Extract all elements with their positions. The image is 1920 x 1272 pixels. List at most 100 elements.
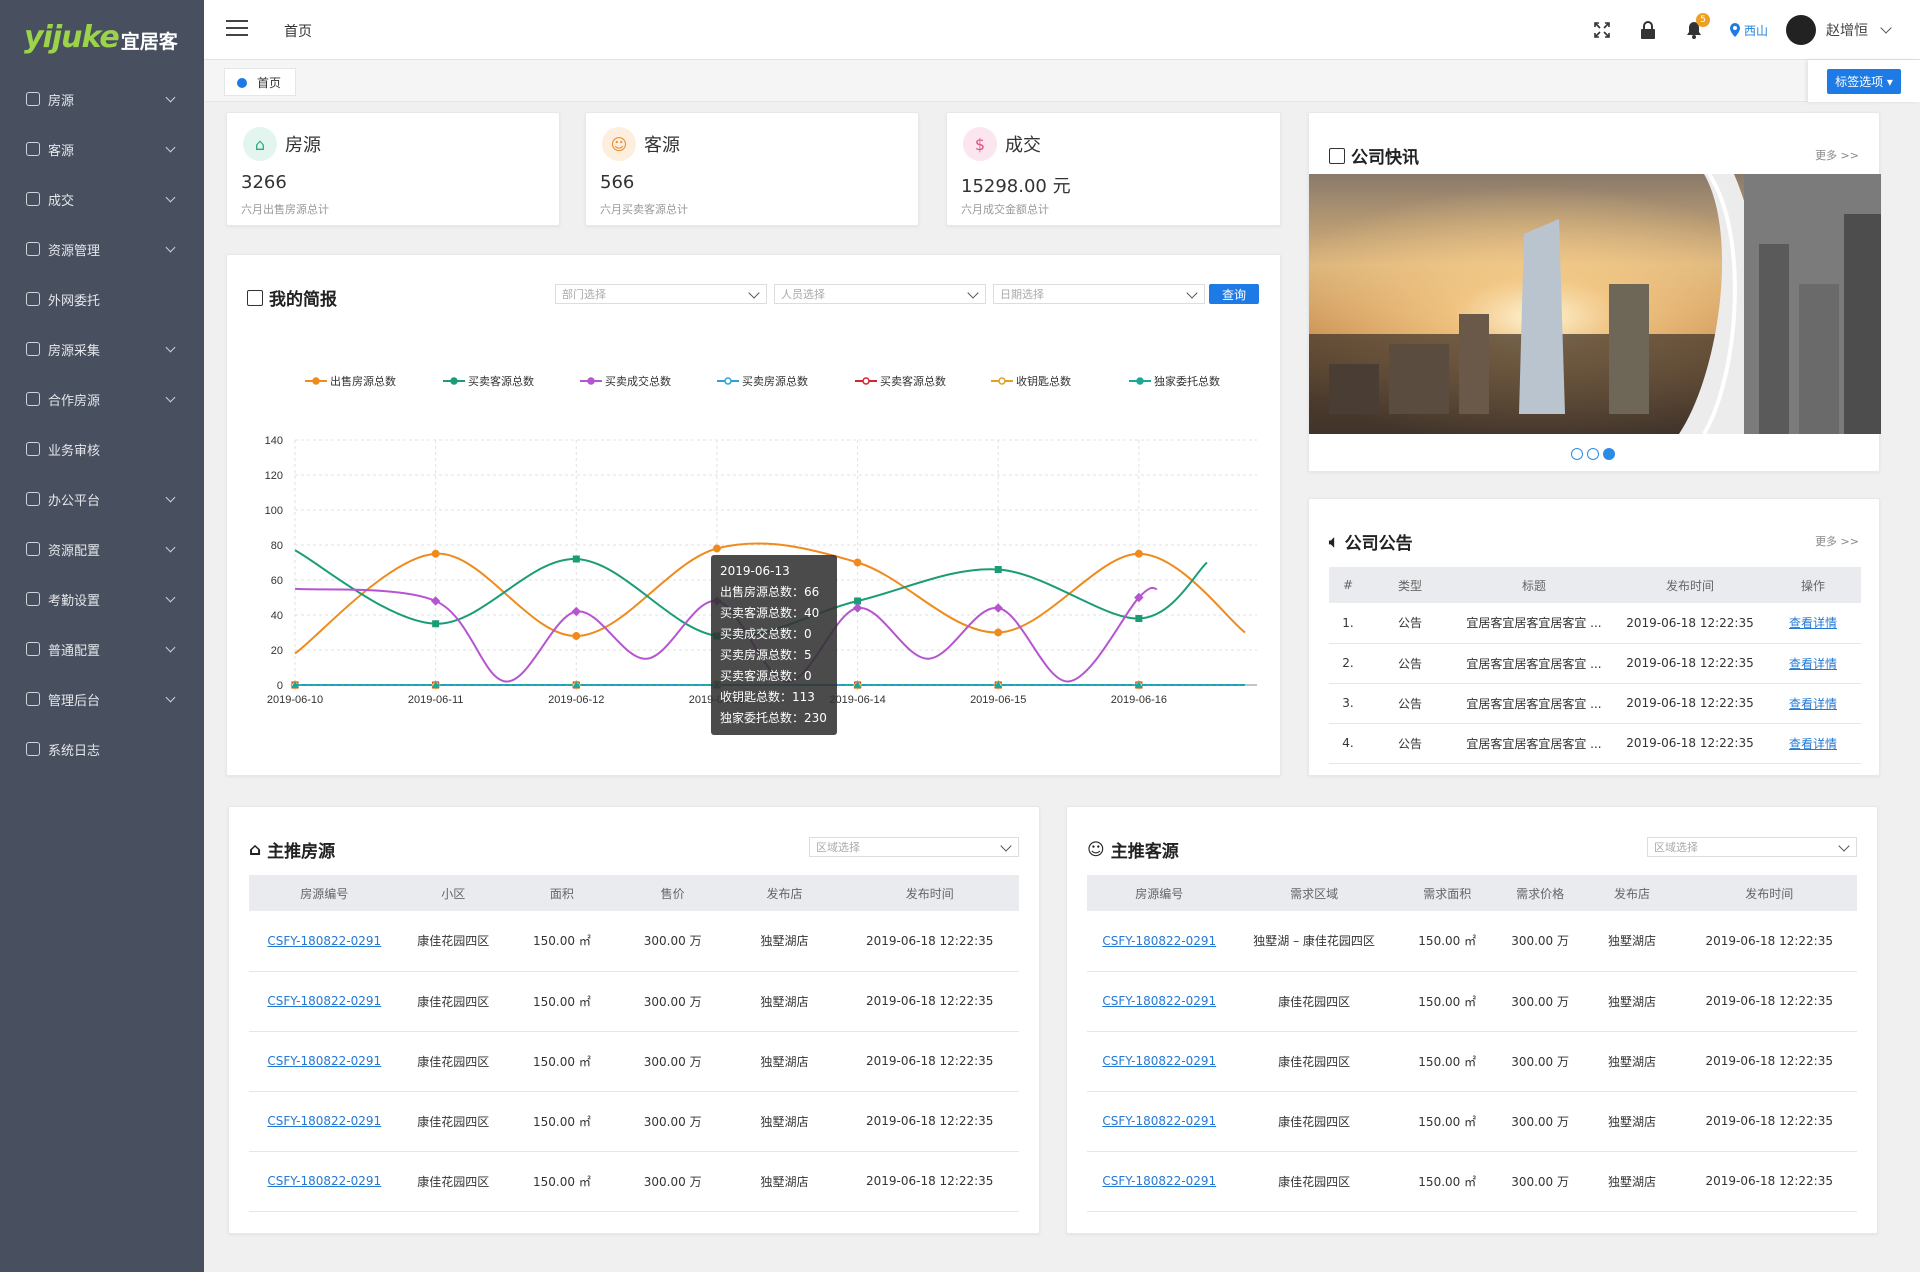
table-cell[interactable]: CSFY-180822-0291 bbox=[1087, 1151, 1232, 1212]
table-cell[interactable]: 查看详情 bbox=[1765, 683, 1861, 724]
tag-options-button[interactable]: 标签选项 ▾ bbox=[1827, 68, 1901, 94]
table-cell[interactable]: CSFY-180822-0291 bbox=[249, 911, 400, 972]
cell-text: 康佳花园四区 bbox=[417, 1054, 490, 1069]
sidebar-item[interactable]: 房源 bbox=[0, 74, 204, 124]
lock-icon[interactable] bbox=[1638, 20, 1658, 40]
sidebar-item[interactable]: 合作房源 bbox=[0, 374, 204, 424]
detail-link[interactable]: CSFY-180822-0291 bbox=[267, 934, 381, 948]
table-cell[interactable]: CSFY-180822-0291 bbox=[1087, 1091, 1232, 1152]
avatar[interactable] bbox=[1786, 15, 1816, 45]
client-area-select[interactable]: 区域选择 bbox=[1647, 837, 1857, 857]
username[interactable]: 赵增恒 bbox=[1826, 20, 1868, 40]
cell-text: 2019-06-18 12:22:35 bbox=[865, 1174, 994, 1188]
table-cell: 宜居客宜居客宜居客宜 ... bbox=[1453, 723, 1615, 764]
sidebar-item[interactable]: 成交 bbox=[0, 174, 204, 224]
top-bar: 首页 5 西山 赵增恒 bbox=[204, 0, 1920, 60]
table-cell[interactable]: CSFY-180822-0291 bbox=[1087, 911, 1232, 972]
table-cell: 300.00 万 bbox=[616, 911, 729, 972]
tooltip-line: 买卖房源总数：5 bbox=[720, 648, 812, 662]
news-more-link[interactable]: 更多 >> bbox=[1815, 147, 1859, 163]
table-cell[interactable]: CSFY-180822-0291 bbox=[249, 1031, 400, 1092]
sidebar-item[interactable]: 房源采集 bbox=[0, 324, 204, 374]
detail-link[interactable]: CSFY-180822-0291 bbox=[267, 1174, 381, 1188]
table-cell: 独墅湖店 bbox=[1582, 1031, 1682, 1092]
cell-text: 康佳花园四区 bbox=[1278, 1174, 1351, 1189]
table-cell: 300.00 万 bbox=[1497, 1151, 1583, 1212]
cell-text: 独墅湖店 bbox=[1607, 994, 1656, 1009]
sidebar-item[interactable]: 普通配置 bbox=[0, 624, 204, 674]
sidebar-item[interactable]: 资源管理 bbox=[0, 224, 204, 274]
table-header: 发布时间 bbox=[840, 875, 1019, 911]
sidebar-item[interactable]: 客源 bbox=[0, 124, 204, 174]
table-cell: 独墅湖店 bbox=[1582, 971, 1682, 1032]
table-cell[interactable]: CSFY-180822-0291 bbox=[1087, 971, 1232, 1032]
news-carousel-image[interactable] bbox=[1309, 174, 1881, 434]
sidebar-item[interactable]: 管理后台 bbox=[0, 674, 204, 724]
detail-link[interactable]: CSFY-180822-0291 bbox=[1102, 1054, 1216, 1068]
cell-text: 2019-06-18 12:22:35 bbox=[1626, 696, 1754, 710]
detail-link[interactable]: 查看详情 bbox=[1789, 697, 1837, 711]
table-cell: 150.00 ㎡ bbox=[507, 1031, 617, 1092]
sidebar-item[interactable]: 办公平台 bbox=[0, 474, 204, 524]
bell-icon[interactable]: 5 bbox=[1684, 13, 1710, 40]
carousel-dot[interactable] bbox=[1587, 448, 1599, 460]
sidebar-item[interactable]: 系统日志 bbox=[0, 724, 204, 774]
fullscreen-icon[interactable] bbox=[1592, 20, 1612, 40]
company-news-card: 公司快讯 更多 >> bbox=[1308, 112, 1881, 472]
table-cell: 300.00 万 bbox=[1497, 971, 1583, 1032]
sidebar-item[interactable]: 业务审核 bbox=[0, 424, 204, 474]
table-cell[interactable]: 查看详情 bbox=[1765, 643, 1861, 684]
client-area-select-placeholder: 区域选择 bbox=[1654, 841, 1698, 854]
sidebar-item-label: 成交 bbox=[48, 193, 75, 209]
logo-text-cn: 宜居客 bbox=[120, 30, 178, 53]
detail-link[interactable]: 查看详情 bbox=[1789, 616, 1837, 630]
detail-link[interactable]: CSFY-180822-0291 bbox=[267, 994, 381, 1008]
table-cell: 150.00 ㎡ bbox=[507, 1091, 617, 1152]
stat-subtitle: 六月成交金额总计 bbox=[961, 203, 1049, 216]
table-header: 面积 bbox=[507, 875, 617, 911]
detail-link[interactable]: CSFY-180822-0291 bbox=[267, 1114, 381, 1128]
table-cell: 2019-06-18 12:22:35 bbox=[840, 971, 1019, 1032]
table-cell[interactable]: CSFY-180822-0291 bbox=[1087, 1031, 1232, 1092]
detail-link[interactable]: CSFY-180822-0291 bbox=[267, 1054, 381, 1068]
tooltip-line: 买卖客源总数：0 bbox=[720, 669, 812, 683]
table-cell[interactable]: CSFY-180822-0291 bbox=[249, 971, 400, 1032]
table-row: 4. 公告 宜居客宜居客宜居客宜 ... 2019-06-18 12:22:35 查看详… bbox=[1329, 723, 1861, 764]
cell-text: 2019-06-18 12:22:35 bbox=[1705, 933, 1833, 948]
logo[interactable]: yijuke 宜居客 bbox=[0, 0, 204, 74]
table-cell[interactable]: CSFY-180822-0291 bbox=[249, 1091, 400, 1152]
cell-text: 康佳花园四区 bbox=[417, 1114, 490, 1129]
table-cell[interactable]: CSFY-180822-0291 bbox=[249, 1151, 400, 1212]
sidebar-item[interactable]: 资源配置 bbox=[0, 524, 204, 574]
house-area-select[interactable]: 区域选择 bbox=[809, 837, 1019, 857]
menu-toggle-icon[interactable] bbox=[226, 20, 248, 38]
detail-link[interactable]: 查看详情 bbox=[1789, 737, 1837, 751]
table-cell[interactable]: 查看详情 bbox=[1765, 603, 1861, 644]
cell-text: 公告 bbox=[1397, 696, 1422, 711]
table-cell: 150.00 ㎡ bbox=[1396, 1091, 1498, 1152]
location-selector[interactable]: 西山 bbox=[1729, 22, 1768, 39]
data-point bbox=[572, 632, 581, 640]
detail-link[interactable]: CSFY-180822-0291 bbox=[1102, 994, 1216, 1008]
sidebar-item[interactable]: 外网委托 bbox=[0, 274, 204, 324]
sidebar-item-label: 房源采集 bbox=[48, 343, 101, 359]
detail-link[interactable]: 查看详情 bbox=[1789, 657, 1837, 671]
table-cell[interactable]: 查看详情 bbox=[1765, 723, 1861, 764]
table-cell: 150.00 ㎡ bbox=[507, 911, 617, 972]
sidebar-item[interactable]: 考勤设置 bbox=[0, 574, 204, 624]
carousel-dot[interactable] bbox=[1571, 448, 1583, 460]
table-cell: 2019-06-18 12:22:35 bbox=[1681, 1091, 1857, 1152]
detail-link[interactable]: CSFY-180822-0291 bbox=[1102, 1114, 1216, 1128]
notice-more-link[interactable]: 更多 >> bbox=[1815, 533, 1859, 549]
x-tick-label: 2019-06-10 bbox=[267, 694, 323, 706]
tab-home[interactable]: 首页 bbox=[224, 68, 297, 96]
detail-link[interactable]: CSFY-180822-0291 bbox=[1102, 1174, 1216, 1188]
table-cell: 2019-06-18 12:22:35 bbox=[1681, 971, 1857, 1032]
chevron-down-icon bbox=[165, 242, 176, 252]
carousel-dot-active[interactable] bbox=[1603, 448, 1615, 460]
chevron-down-icon[interactable] bbox=[1880, 22, 1892, 34]
table-cell: 康佳花园四区 bbox=[399, 1151, 508, 1212]
table-row: CSFY-180822-0291 康佳花园四区 150.00 ㎡ 300.00 万 独墅… bbox=[1087, 1031, 1857, 1092]
detail-link[interactable]: CSFY-180822-0291 bbox=[1102, 934, 1216, 948]
stat-card-clients: ☺ 客源 566 六月买卖客源总计 bbox=[585, 112, 919, 226]
